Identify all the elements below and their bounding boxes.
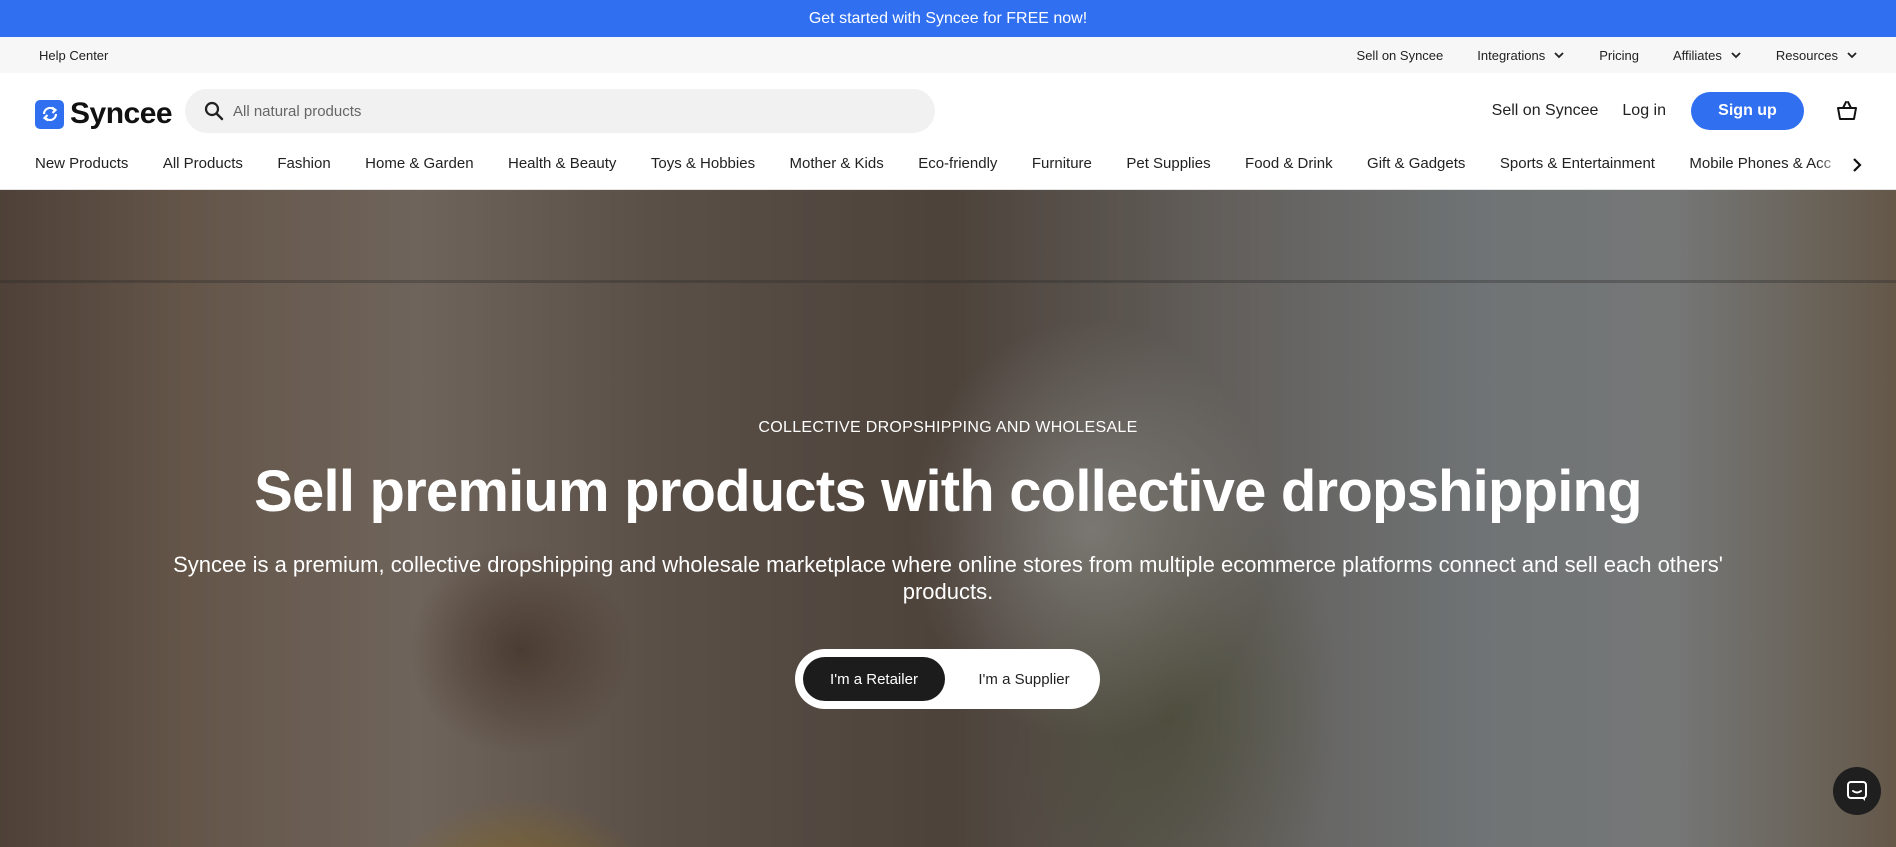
- utility-sell-link[interactable]: Sell on Syncee: [1357, 48, 1444, 63]
- category-furniture[interactable]: Furniture: [1032, 149, 1092, 179]
- category-home-garden[interactable]: Home & Garden: [365, 149, 473, 179]
- announcement-text[interactable]: Get started with Syncee for FREE now!: [809, 10, 1087, 28]
- help-center-link[interactable]: Help Center: [39, 48, 108, 63]
- category-track: New Products All Products Fashion Home &…: [35, 149, 1831, 189]
- sell-on-syncee-link[interactable]: Sell on Syncee: [1492, 102, 1599, 120]
- chevron-down-icon: [1731, 52, 1741, 59]
- category-new-products[interactable]: New Products: [35, 149, 128, 179]
- utility-resources-label: Resources: [1775, 47, 1838, 63]
- utility-integrations-label: Integrations: [1477, 47, 1546, 63]
- category-toys-hobbies[interactable]: Toys & Hobbies: [651, 149, 755, 179]
- chevron-down-icon: [1847, 52, 1857, 59]
- chevron-right-icon[interactable]: [1848, 156, 1866, 174]
- category-gift-gadgets[interactable]: Gift & Gadgets: [1367, 149, 1465, 179]
- category-pet-supplies[interactable]: Pet Supplies: [1126, 149, 1210, 179]
- utility-integrations-menu[interactable]: Integrations: [1477, 48, 1565, 63]
- sync-logo-icon: [35, 99, 64, 129]
- chevron-down-icon: [1554, 52, 1564, 59]
- supplier-button[interactable]: I'm a Supplier: [955, 657, 1093, 701]
- category-food-drink[interactable]: Food & Drink: [1245, 149, 1333, 179]
- utility-pricing-link[interactable]: Pricing: [1599, 48, 1639, 63]
- main-header: Syncee Sell on Syncee Log in Sign up: [0, 73, 1896, 149]
- utility-resources-menu[interactable]: Resources: [1776, 48, 1858, 63]
- category-sports-entertainment[interactable]: Sports & Entertainment: [1500, 149, 1655, 179]
- retailer-button[interactable]: I'm a Retailer: [803, 657, 945, 701]
- category-fashion[interactable]: Fashion: [277, 149, 330, 179]
- header-actions: Sell on Syncee Log in Sign up: [1492, 92, 1859, 130]
- chat-launcher[interactable]: [1833, 767, 1881, 815]
- category-all-products[interactable]: All Products: [163, 149, 243, 179]
- search-input[interactable]: [231, 101, 875, 121]
- utility-bar: Help Center Sell on Syncee Integrations …: [0, 37, 1896, 74]
- login-link[interactable]: Log in: [1622, 102, 1666, 120]
- category-nav: New Products All Products Fashion Home &…: [0, 149, 1896, 190]
- hero-description: Syncee is a premium, collective dropship…: [173, 552, 1723, 604]
- hero-title: Sell premium products with collective dr…: [254, 459, 1642, 524]
- logo[interactable]: Syncee: [35, 97, 173, 131]
- cart-icon[interactable]: [1835, 99, 1859, 123]
- chat-icon: [1847, 781, 1867, 801]
- utility-pricing-label: Pricing: [1599, 47, 1639, 63]
- announcement-bar[interactable]: Get started with Syncee for FREE now!: [0, 0, 1896, 37]
- search-icon: [204, 101, 224, 121]
- audience-toggle: I'm a Retailer I'm a Supplier: [795, 649, 1100, 709]
- search-bar[interactable]: [185, 89, 935, 133]
- signup-button[interactable]: Sign up: [1691, 92, 1804, 130]
- category-fade: [1816, 149, 1846, 189]
- utility-affiliates-menu[interactable]: Affiliates: [1673, 48, 1742, 63]
- hero-section: COLLECTIVE DROPSHIPPING AND WHOLESALE Se…: [0, 190, 1896, 847]
- utility-sell-label: Sell on Syncee: [1356, 47, 1444, 63]
- utility-links: Sell on Syncee Integrations Pricing Affi…: [1357, 37, 1858, 73]
- hero-eyebrow: COLLECTIVE DROPSHIPPING AND WHOLESALE: [758, 419, 1138, 436]
- hero-content: COLLECTIVE DROPSHIPPING AND WHOLESALE Se…: [0, 190, 1896, 847]
- utility-affiliates-label: Affiliates: [1672, 47, 1722, 63]
- category-mother-kids[interactable]: Mother & Kids: [790, 149, 884, 179]
- category-mobile-phones[interactable]: Mobile Phones & Accessories: [1689, 149, 1831, 179]
- logo-text: Syncee: [70, 97, 173, 130]
- category-eco-friendly[interactable]: Eco-friendly: [918, 149, 997, 179]
- category-health-beauty[interactable]: Health & Beauty: [508, 149, 616, 179]
